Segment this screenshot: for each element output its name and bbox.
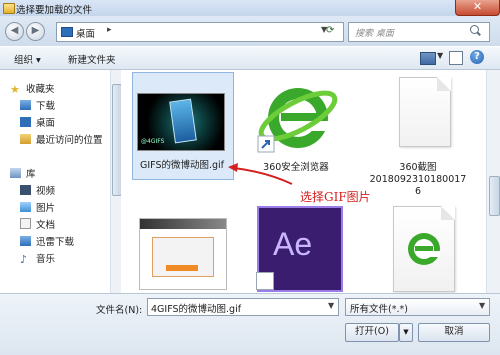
navigation-pane: ★ 收藏夹 下载 桌面 最近访问的位置 库 视频 图片 文档 迅雷下载 ♪ 音乐 [0,70,111,293]
desktop-icon [61,27,73,37]
recent-places-icon [20,134,31,144]
address-bar[interactable]: 桌面 ▸ ▼ [56,22,344,42]
forward-button[interactable]: ▶ [26,22,45,41]
star-icon: ★ [10,83,20,96]
search-icon[interactable] [470,25,479,34]
nav-music[interactable]: ♪ 音乐 [20,251,55,266]
breadcrumb-separator[interactable]: ▸ [107,25,112,35]
title-bar: 选择要加载的文件 ✕ [0,0,500,17]
nav-videos[interactable]: 视频 [20,183,55,197]
open-dropdown-button[interactable]: ▼ [399,323,413,342]
file-name: GIFS的微博动图.gif [139,160,225,171]
library-icon [10,168,21,178]
annotation-arrow [228,163,293,185]
annotation-text: 选择GIF图片 [300,190,371,204]
ie-document-icon[interactable] [393,206,455,292]
download-folder-icon [20,236,31,246]
open-button[interactable]: 打开(O) [345,323,399,342]
chevron-down-icon[interactable]: ▼ [479,301,485,310]
filetype-value[interactable]: 所有文件(*.*) [350,301,408,315]
documents-icon [20,218,31,229]
view-options-icon[interactable] [420,52,436,65]
nav-libraries[interactable]: 库 [10,166,36,180]
nav-documents[interactable]: 文档 [20,217,55,231]
search-placeholder: 搜索 桌面 [355,29,394,39]
video-icon [20,185,31,195]
filename-input[interactable]: 4GIFS的微博动图.gif ▼ [147,298,339,316]
organize-button[interactable]: 组织 ▾ [14,52,41,66]
document-icon[interactable] [399,77,451,147]
folder-icon [3,3,15,14]
window-title: 选择要加载的文件 [16,5,93,16]
gif-thumbnail[interactable]: @4GIFS [137,93,225,151]
nav-pictures[interactable]: 图片 [20,200,55,214]
breadcrumb-desktop[interactable]: 桌面 [76,26,95,40]
close-button[interactable]: ✕ [455,0,500,16]
scrollbar-thumb[interactable] [489,176,500,216]
refresh-icon[interactable]: ⟳ [326,25,334,36]
music-icon: ♪ [20,253,28,266]
screenshot-thumbnail[interactable] [139,218,227,290]
phone-image [169,98,197,144]
cancel-button[interactable]: 取消 [418,323,490,342]
nav-xunlei-downloads[interactable]: 迅雷下载 [20,234,74,248]
pictures-icon [20,202,31,212]
nav-downloads[interactable]: 下载 [20,98,55,112]
file-name: 360截图 2018092310180017 6 [369,162,467,197]
address-row: ◀ ▶ 桌面 ▸ ▼ ⟳ 搜索 桌面 [0,16,500,46]
nav-recent-places[interactable]: 最近访问的位置 [20,132,103,146]
new-folder-button[interactable]: 新建文件夹 [68,52,116,66]
filename-value[interactable]: 4GIFS的微博动图.gif [151,301,241,315]
back-button[interactable]: ◀ [5,22,24,41]
chevron-down-icon[interactable]: ▼ [437,51,443,60]
nav-scrollbar[interactable] [111,70,122,293]
command-bar: 组织 ▾ 新建文件夹 ▼ ? [0,47,500,70]
watermark: @4GIFS [141,138,165,145]
filename-label: 文件名(N): [96,305,143,316]
nav-favorites[interactable]: ★ 收藏夹 [10,81,55,96]
desktop-icon [20,117,31,127]
ie-icon [408,233,440,265]
chevron-down-icon[interactable]: ▼ [328,301,334,310]
help-icon[interactable]: ? [470,50,484,64]
content-scrollbar[interactable] [486,70,500,293]
search-input[interactable]: 搜索 桌面 [348,22,490,42]
nav-desktop[interactable]: 桌面 [20,115,55,129]
download-folder-icon [20,100,31,110]
shortcut-arrow-icon [256,272,274,290]
preview-pane-icon[interactable] [449,51,463,65]
filetype-select[interactable]: 所有文件(*.*) ▼ [345,298,490,316]
